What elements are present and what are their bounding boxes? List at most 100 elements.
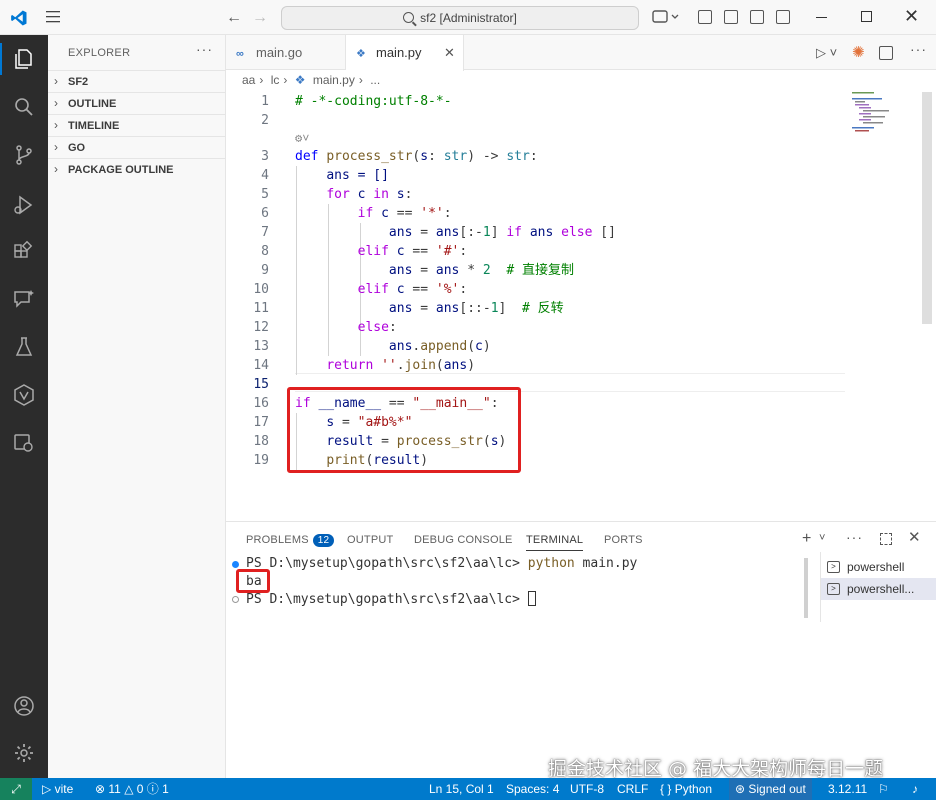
chevron-right-icon: › <box>54 140 58 154</box>
copilot-icon[interactable] <box>652 9 680 25</box>
terminal-icon: > <box>827 583 840 595</box>
remote-explorer-icon[interactable] <box>12 431 36 455</box>
toggle-secondary-sidebar-icon[interactable] <box>776 10 790 24</box>
account-icon[interactable] <box>12 694 36 718</box>
maximize-panel-icon[interactable] <box>880 533 892 545</box>
title-bar: ← → sf2 [Administrator] ✕ <box>0 0 936 35</box>
warning-icon: △ <box>120 782 137 796</box>
terminal[interactable]: PS D:\mysetup\gopath\src\sf2\aa\lc> pyth… <box>226 552 808 772</box>
status-bar: ⤢ ▷ vite ⊗ 11 △ 0 ⓘ 1 Ln 15, Col 1 Space… <box>0 778 936 800</box>
extensions-icon[interactable] <box>12 240 36 264</box>
menu-icon[interactable] <box>46 10 62 24</box>
chevron-right-icon: › <box>54 96 58 110</box>
gitlens-icon[interactable] <box>12 383 36 407</box>
breadcrumb: aa › lc › ❖ main.py › ... <box>242 73 384 87</box>
chevron-right-icon: › <box>54 118 58 132</box>
tab-problems[interactable]: PROBLEMS 12 <box>246 534 335 547</box>
tab-main-py[interactable]: ❖ main.py ✕ <box>346 35 464 71</box>
section-go[interactable]: › GO <box>48 136 226 158</box>
branch-item[interactable]: ▷ vite <box>42 778 73 800</box>
command-center-search[interactable]: sf2 [Administrator] <box>281 6 639 30</box>
editor-tabs: ∞ main.go ❖ main.py ✕ ▷ ˅ ✺ ··· <box>226 35 936 71</box>
code-text: return ''.join(ans) <box>326 358 476 373</box>
go-file-icon: ∞ <box>236 48 244 60</box>
chevron-right-icon: › <box>259 73 264 87</box>
explorer-icon[interactable] <box>12 47 36 71</box>
vscode-logo-icon <box>11 10 27 26</box>
chevron-right-icon: › <box>358 73 363 87</box>
search-icon[interactable] <box>12 95 36 119</box>
code-text: if c == '*': <box>357 206 452 221</box>
highlight-box-main <box>287 387 521 473</box>
editor-scrollbar[interactable] <box>922 92 932 324</box>
code-text: ans = ans[:-1] if ans else [] <box>388 225 616 240</box>
section-timeline[interactable]: › TIMELINE <box>48 114 226 136</box>
close-tab-icon[interactable]: ✕ <box>444 35 455 70</box>
maximize-icon[interactable] <box>861 11 872 22</box>
settings-gear-icon[interactable] <box>12 741 36 765</box>
breadcrumb-lc[interactable]: lc <box>271 73 280 87</box>
indentation[interactable]: Spaces: 4 <box>506 778 559 800</box>
section-sf2[interactable]: › SF2 <box>48 70 226 92</box>
code-text: ans = [] <box>326 168 389 183</box>
code-text: elif c == '%': <box>357 282 468 297</box>
remote-indicator-icon[interactable]: ⤢ <box>0 778 32 800</box>
breadcrumb-aa[interactable]: aa <box>242 73 255 87</box>
tab-main-go[interactable]: ∞ main.go <box>226 35 346 70</box>
forward-arrow-icon[interactable]: → <box>252 9 268 27</box>
bell-icon[interactable]: ♪ <box>912 778 918 800</box>
terminal-instance[interactable]: > powershell <box>821 556 936 578</box>
code-editor[interactable]: 1 # -*-coding:utf-8-*- 2 ⚙˅ 3 def process_… <box>226 90 932 520</box>
breadcrumb-more[interactable]: ... <box>370 73 380 87</box>
tab-ports[interactable]: PORTS <box>604 534 643 546</box>
more-actions-icon[interactable]: ··· <box>196 41 213 57</box>
more-actions-icon[interactable]: ··· <box>910 41 927 57</box>
back-arrow-icon[interactable]: ← <box>226 9 242 27</box>
terminal-scrollbar[interactable] <box>804 558 808 618</box>
source-control-icon[interactable] <box>12 143 36 167</box>
chevron-down-icon[interactable]: ˅ <box>819 532 825 544</box>
close-icon[interactable]: ✕ <box>904 6 919 27</box>
more-actions-icon[interactable]: ··· <box>846 529 863 545</box>
highlight-box-output <box>236 569 270 593</box>
watermark: 掘金技术社区 @ 福大大架构师每日一题 <box>548 758 884 780</box>
terminal-icon: > <box>827 561 840 573</box>
minimize-icon[interactable] <box>816 17 827 18</box>
active-indicator <box>0 43 2 75</box>
split-editor-icon[interactable] <box>879 46 893 60</box>
testing-icon[interactable] <box>12 335 36 359</box>
code-text: else: <box>357 320 397 335</box>
command-pending-dot <box>232 596 239 603</box>
tab-output[interactable]: OUTPUT <box>347 534 393 546</box>
code-text: def process_str(s: str) -> str: <box>295 149 538 164</box>
python-version[interactable]: 3.12.11 <box>828 778 867 800</box>
minimap[interactable] <box>850 92 910 132</box>
section-package-outline[interactable]: › PACKAGE OUTLINE <box>48 158 226 180</box>
cursor-position[interactable]: Ln 15, Col 1 <box>429 778 494 800</box>
chevron-right-icon: › <box>54 162 58 176</box>
breadcrumb-file[interactable]: main.py <box>313 73 355 87</box>
tab-debug-console[interactable]: DEBUG CONSOLE <box>414 534 513 546</box>
close-panel-icon[interactable]: ✕ <box>908 528 921 546</box>
notification-icon[interactable]: ⚐ <box>878 778 889 800</box>
toggle-sidebar-icon[interactable] <box>724 10 738 24</box>
section-outline[interactable]: › OUTLINE <box>48 92 226 114</box>
language-mode[interactable]: { } Python <box>660 778 712 800</box>
tab-terminal[interactable]: TERMINAL <box>526 534 584 551</box>
code-runner-icon[interactable]: ✺ <box>852 43 865 61</box>
layout-icon[interactable] <box>698 10 712 24</box>
new-terminal-icon[interactable]: + <box>802 530 811 548</box>
encoding[interactable]: UTF-8 <box>570 778 604 800</box>
error-icon: ⊗ <box>95 782 109 796</box>
chat-icon[interactable] <box>12 287 36 311</box>
braces-icon: { } <box>660 782 675 796</box>
run-icon[interactable]: ▷ ˅ <box>816 45 837 61</box>
line-ending[interactable]: CRLF <box>617 778 648 800</box>
problems-item[interactable]: ⊗ 11 △ 0 ⓘ 1 <box>95 778 169 800</box>
copilot-sparkle-icon[interactable]: ⚙˅ <box>295 131 309 146</box>
run-debug-icon[interactable] <box>12 193 36 217</box>
account-status[interactable]: ⊛ Signed out <box>729 778 812 800</box>
terminal-instance[interactable]: > powershell... <box>821 578 936 600</box>
toggle-panel-icon[interactable] <box>750 10 764 24</box>
terminal-list: > powershell > powershell... <box>820 552 936 622</box>
